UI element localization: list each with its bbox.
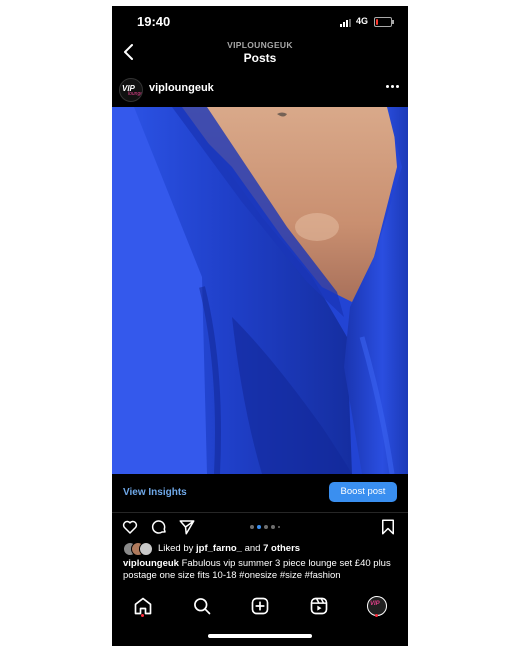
status-bar: 19:40 4G: [112, 6, 408, 36]
liker-avatars: [123, 542, 159, 556]
home-icon[interactable]: [133, 596, 153, 616]
reels-icon[interactable]: [309, 596, 329, 616]
post-author-avatar[interactable]: VIP lounge: [119, 78, 143, 102]
carousel-dot: [257, 525, 261, 529]
share-icon[interactable]: [178, 518, 196, 536]
status-time: 19:40: [137, 14, 171, 29]
top-navbar: VIPLOUNGEUK Posts: [112, 36, 408, 70]
profile-avatar[interactable]: VIP: [367, 596, 387, 616]
battery-icon: [374, 17, 394, 27]
view-insights-link[interactable]: View Insights: [123, 487, 187, 498]
profile-notification-dot: [375, 614, 378, 617]
post-author-username[interactable]: viploungeuk: [149, 82, 214, 94]
more-options-icon[interactable]: [386, 85, 400, 89]
heart-icon[interactable]: [121, 518, 139, 536]
post-header: VIP lounge viploungeuk: [112, 72, 408, 108]
comment-icon[interactable]: [150, 518, 168, 536]
carousel-dot: [271, 525, 275, 529]
signal-icon: [340, 19, 352, 27]
post-photo[interactable]: [112, 107, 408, 474]
boost-post-button[interactable]: Boost post: [329, 482, 397, 502]
post-action-bar: [112, 514, 408, 540]
home-notification-dot: [141, 614, 144, 617]
carousel-indicator: [250, 525, 284, 530]
insights-bar: View Insights Boost post: [112, 476, 408, 513]
bottom-tab-bar: VIP: [112, 590, 408, 630]
search-icon[interactable]: [192, 596, 212, 616]
carousel-dot: [264, 525, 268, 529]
post-caption: viploungeuk Fabulous vip summer 3 piece …: [123, 558, 403, 582]
navbar-account-name: VIPLOUNGEUK: [227, 40, 293, 50]
network-type: 4G: [356, 16, 369, 26]
caption-username[interactable]: viploungeuk: [123, 558, 179, 569]
navbar-title: Posts: [243, 51, 277, 65]
carousel-dot: [278, 526, 280, 528]
bookmark-icon[interactable]: [379, 518, 397, 536]
likes-text: Liked by jpf_farno_ and 7 others: [158, 543, 301, 554]
likes-others[interactable]: 7 others: [263, 543, 300, 554]
likes-row[interactable]: Liked by jpf_farno_ and 7 others: [123, 542, 403, 556]
carousel-dot: [250, 525, 254, 529]
create-icon[interactable]: [250, 596, 270, 616]
phone-screen: 19:40 4G VIPLOUNGEUK Posts VIP lounge vi…: [112, 6, 408, 646]
home-indicator: [208, 634, 312, 638]
liker-username[interactable]: jpf_farno_: [196, 543, 242, 554]
